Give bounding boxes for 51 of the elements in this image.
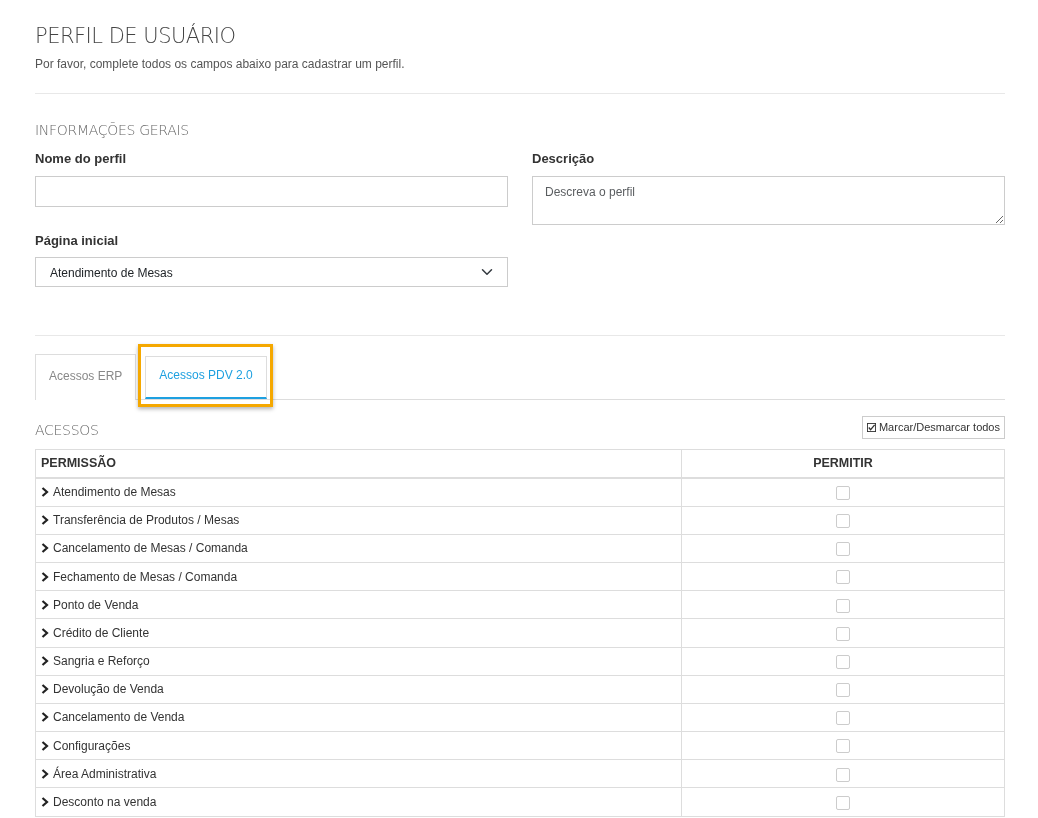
tab[interactable]: Acessos ERP: [35, 354, 137, 401]
checkbox[interactable]: [836, 795, 850, 810]
textarea-field[interactable]: Descreva o perfil: [532, 175, 1005, 225]
field-label: Nome do perfil: [35, 150, 127, 169]
checkbox[interactable]: [836, 711, 850, 726]
chevron-icon: [41, 543, 49, 554]
checkbox[interactable]: [836, 542, 850, 557]
column-header: PERMITIR: [681, 449, 1005, 478]
permission-item[interactable]: Ponto de Venda: [41, 597, 139, 612]
input-field[interactable]: [35, 175, 508, 207]
chevron-icon: [41, 627, 49, 638]
permission-item[interactable]: Área Administrativa: [41, 766, 157, 781]
checkbox[interactable]: [836, 598, 850, 613]
checkbox[interactable]: [836, 486, 850, 501]
checkbox-icon: [866, 423, 876, 433]
dropdown-field[interactable]: Atendimento de Mesas: [35, 257, 508, 288]
section-title: INFORMAÇÕES GERAIS: [35, 121, 190, 141]
page-subtitle: Por favor, complete todos os campos abaixo para cadastrar um perfil.: [35, 56, 406, 74]
chevron-icon: [41, 768, 49, 779]
checkbox[interactable]: [836, 739, 850, 754]
chevron-icon: [41, 487, 49, 498]
field-label: Página inicial: [35, 231, 120, 250]
checkbox[interactable]: [836, 683, 850, 698]
toggle-all-button[interactable]: Marcar/Desmarcar todos: [861, 416, 1005, 439]
chevron-icon: [41, 515, 49, 526]
chevron-icon: [41, 599, 49, 610]
column-header: PERMISSÃO: [35, 449, 682, 478]
permission-item[interactable]: Sangria e Reforço: [41, 654, 150, 669]
chevron-icon: [41, 656, 49, 667]
permission-item[interactable]: Fechamento de Mesas / Comanda: [41, 569, 238, 584]
field-label: Descrição: [532, 150, 596, 169]
chevron-icon: [41, 684, 49, 695]
page-title: PERFIL DE USUÁRIO: [35, 24, 237, 50]
permission-item[interactable]: Crédito de Cliente: [41, 625, 150, 640]
checkbox[interactable]: [836, 654, 850, 669]
permission-item[interactable]: Atendimento de Mesas: [41, 485, 176, 500]
chevron-icon: [41, 740, 49, 751]
permission-item[interactable]: Desconto na venda: [41, 795, 157, 810]
permission-item[interactable]: Transferência de Produtos / Mesas: [41, 513, 240, 528]
checkbox[interactable]: [836, 767, 850, 782]
chevron-icon: [41, 712, 49, 723]
checkbox[interactable]: [836, 570, 850, 585]
section-title: ACESSOS: [35, 421, 99, 441]
chevron-icon: [41, 797, 49, 808]
checkbox[interactable]: [836, 514, 850, 528]
checkbox[interactable]: [836, 626, 850, 641]
permission-item[interactable]: Cancelamento de Mesas / Comanda: [41, 541, 248, 556]
permission-item[interactable]: Devolução de Venda: [41, 682, 164, 697]
chevron-icon: [41, 571, 49, 582]
permission-item[interactable]: Configurações: [41, 738, 131, 753]
permission-item[interactable]: Cancelamento de Venda: [41, 710, 185, 725]
